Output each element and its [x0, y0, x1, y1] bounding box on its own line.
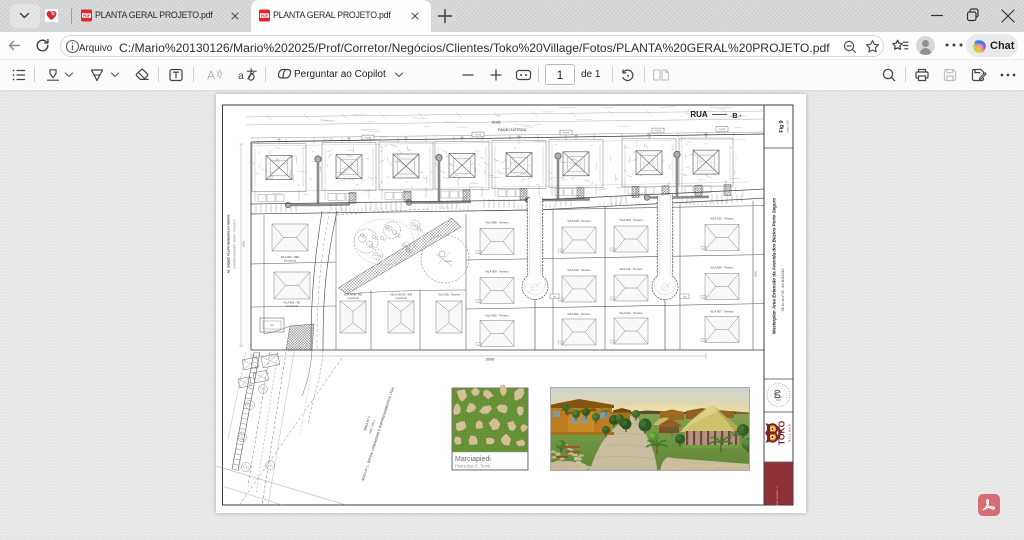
svg-text:Masterplan Área Extensão da Av: Masterplan Área Extensão da Avenida dos … — [771, 198, 777, 335]
svg-text:VILA 900 - REF: VILA 900 - REF — [281, 255, 300, 259]
svg-text:12: 12 — [515, 161, 517, 163]
svg-text:a: a — [703, 297, 704, 299]
svg-text:12: 12 — [380, 151, 382, 153]
svg-text:POSTE: POSTE — [563, 133, 570, 135]
svg-text:ÁREA Nº 1 - BRASIL URBANISMO E: ÁREA Nº 1 - BRASIL URBANISMO E EMPREENDI… — [361, 386, 395, 482]
svg-text:VILA 902 - Terreno: VILA 902 - Terreno — [485, 313, 509, 317]
svg-text:12: 12 — [375, 178, 377, 180]
svg-text:a: a — [478, 301, 479, 303]
svg-text:12: 12 — [431, 172, 433, 174]
svg-text:a: a — [478, 252, 479, 254]
svg-text:12: 12 — [567, 165, 569, 167]
svg-text:B: B — [732, 111, 738, 120]
svg-text:Marciapiedi: Marciapiedi — [455, 456, 491, 463]
svg-text:a: a — [560, 299, 561, 301]
svg-text:Construída: Construída — [347, 297, 359, 300]
svg-text:VILA 6 NOVA - 903: VILA 6 NOVA - 903 — [390, 293, 413, 297]
svg-text:a: a — [560, 250, 561, 252]
svg-text:VILA 904 - Terreno: VILA 904 - Terreno — [619, 218, 643, 222]
svg-text:12: 12 — [693, 153, 695, 155]
svg-text:66.6: 66.6 — [754, 271, 758, 277]
svg-text:TOKO: TOKO — [777, 420, 787, 445]
svg-text:12: 12 — [616, 179, 618, 181]
svg-text:Construída: Construída — [395, 297, 407, 300]
svg-text:a: a — [612, 249, 613, 251]
svg-text:12: 12 — [411, 187, 413, 189]
svg-text:VILA 907 - Terreno: VILA 907 - Terreno — [710, 309, 734, 313]
svg-text:Pietra tipo S. Tomé: Pietra tipo S. Tomé — [455, 464, 491, 469]
svg-text:12: 12 — [358, 173, 360, 175]
svg-text:TOKO SEGURO - vil: TOKO SEGURO - vil — [777, 486, 779, 506]
svg-text:SE-bc-vil nº 29 - del 11/12/21: SE-bc-vil nº 29 - del 11/12/210 — [781, 268, 785, 311]
svg-text:12: 12 — [319, 168, 321, 170]
svg-text:Construída: Construída — [286, 305, 299, 308]
svg-text:12: 12 — [385, 146, 387, 148]
svg-text:FIAÇÃO ELÉTRICA: FIAÇÃO ELÉTRICA — [498, 127, 527, 132]
svg-text:VILA 915 - Terreno: VILA 915 - Terreno — [567, 219, 591, 223]
svg-text:VILA 910 - Terreno: VILA 910 - Terreno — [567, 268, 591, 272]
svg-text:VILA 913 - Terreno: VILA 913 - Terreno — [710, 216, 734, 220]
svg-text:scala 1:200: scala 1:200 — [787, 120, 790, 133]
svg-text:A: A — [207, 69, 215, 83]
svg-text:DEP: DEP — [270, 325, 275, 327]
svg-text:ESTRADA SERVIDÃO - NORTE - TRE: ESTRADA SERVIDÃO - NORTE - TRECHO B — [234, 219, 237, 268]
svg-text:a: a — [612, 298, 613, 300]
svg-text:POSTE: POSTE — [475, 135, 482, 137]
svg-text:VILA 906 - Terreno: VILA 906 - Terreno — [710, 265, 734, 269]
svg-text:V I L L A G E: V I L L A G E — [788, 424, 792, 442]
svg-text:RUA: RUA — [690, 110, 708, 119]
svg-text:VILA 905 - Terreno: VILA 905 - Terreno — [438, 293, 460, 297]
svg-text:VILA 9A/B - 902: VILA 9A/B - 902 — [344, 293, 363, 297]
svg-text:a: a — [238, 70, 244, 82]
svg-text:POSTE: POSTE — [719, 129, 726, 131]
svg-text:PRAÇA: PRAÇA — [444, 260, 452, 263]
svg-text:20000: 20000 — [486, 358, 495, 362]
svg-text:PDF: PDF — [83, 14, 91, 18]
svg-text:PDF: PDF — [261, 14, 269, 18]
svg-text:a: a — [560, 342, 561, 344]
svg-text:12: 12 — [686, 144, 688, 146]
svg-text:12: 12 — [514, 148, 516, 150]
svg-text:POSTE: POSTE — [655, 131, 662, 133]
svg-text:12: 12 — [310, 179, 312, 181]
svg-text:VILA 909 - Terreno: VILA 909 - Terreno — [485, 269, 509, 273]
svg-text:60.6: 60.6 — [242, 241, 246, 247]
svg-text:VILA 901 - RC: VILA 901 - RC — [283, 301, 300, 305]
svg-text:VILA 908 - Terreno: VILA 908 - Terreno — [485, 220, 509, 224]
svg-text:20305: 20305 — [492, 121, 501, 125]
svg-text:Fig 9: Fig 9 — [779, 120, 785, 132]
svg-text:12: 12 — [671, 149, 673, 151]
svg-text:12: 12 — [365, 191, 367, 193]
svg-text:VILA 911 - Terreno: VILA 911 - Terreno — [619, 267, 643, 271]
svg-text:a: a — [703, 248, 704, 250]
svg-text:Construída: Construída — [284, 260, 297, 263]
svg-text:12: 12 — [669, 168, 671, 170]
svg-text:a: a — [478, 344, 479, 346]
svg-text:POSTE: POSTE — [365, 138, 372, 140]
svg-text:a: a — [703, 340, 704, 342]
svg-text:VILA 901 - Terreno: VILA 901 - Terreno — [567, 312, 591, 316]
svg-text:VILA 912 - Terreno: VILA 912 - Terreno — [619, 311, 643, 315]
svg-text:12: 12 — [441, 161, 443, 163]
svg-text:a: a — [612, 341, 613, 343]
svg-text:AV. JUQUEÍ FELIPE WANDERLEY HE: AV. JUQUEÍ FELIPE WANDERLEY HERPE — [226, 215, 231, 274]
